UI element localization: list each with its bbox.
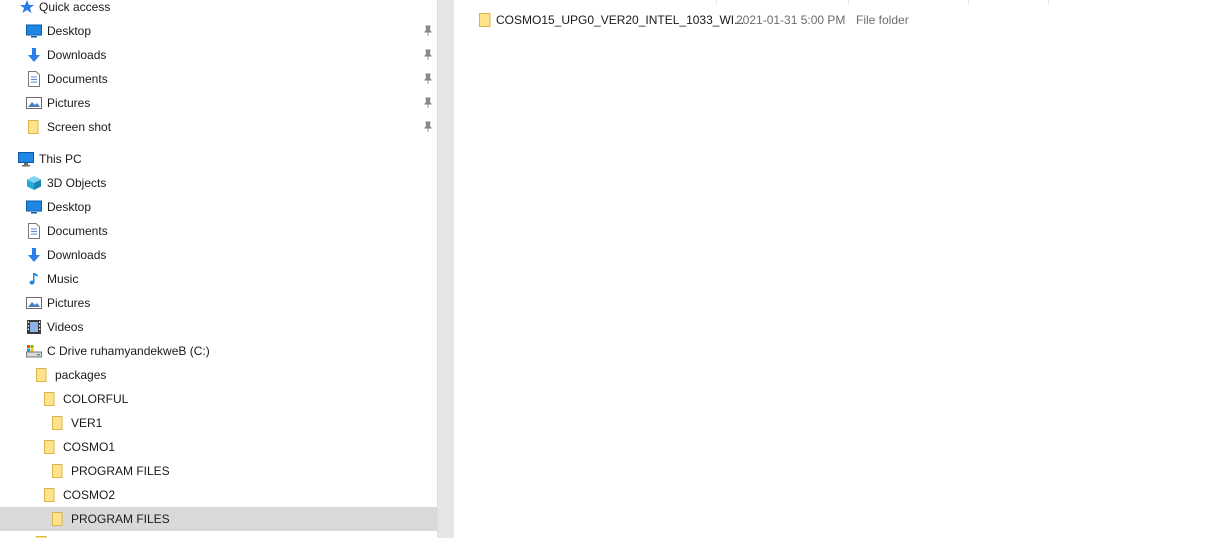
nav-item-documents[interactable]: Documents <box>0 219 437 243</box>
nav-item-documents-quick[interactable]: Documents <box>0 67 437 91</box>
nav-label: Downloads <box>47 48 107 62</box>
music-note-icon <box>29 273 38 285</box>
folder-icon <box>36 368 47 382</box>
nav-label: packages <box>55 368 107 382</box>
nav-item-videos[interactable]: Videos <box>0 315 437 339</box>
nav-label: Quick access <box>39 0 111 14</box>
pane-splitter[interactable] <box>437 0 454 538</box>
folder-icon <box>52 512 63 526</box>
tree-item-ver1[interactable]: VER1 <box>0 411 437 435</box>
nav-this-pc[interactable]: This PC <box>0 147 437 171</box>
nav-label: Documents <box>47 72 108 86</box>
column-divider[interactable] <box>848 0 849 4</box>
pin-icon[interactable] <box>421 120 435 134</box>
nav-item-pictures[interactable]: Pictures <box>0 291 437 315</box>
nav-label: 3D Objects <box>47 176 107 190</box>
tree-item-colorful[interactable]: COLORFUL <box>0 387 437 411</box>
nav-item-desktop[interactable]: Desktop <box>0 195 437 219</box>
nav-label: Videos <box>47 320 84 334</box>
nav-label: PROGRAM FILES <box>71 512 170 526</box>
file-list-pane: COSMO15_UPG0_VER20_INTEL_1033_WI... 2021… <box>454 0 1212 538</box>
file-type: File folder <box>856 13 909 27</box>
star-pin-icon <box>20 0 34 13</box>
nav-item-music[interactable]: Music <box>0 267 437 291</box>
nav-label: Desktop <box>47 24 92 38</box>
column-divider[interactable] <box>1048 0 1049 4</box>
nav-item-downloads-quick[interactable]: Downloads <box>0 43 437 67</box>
nav-item-downloads[interactable]: Downloads <box>0 243 437 267</box>
nav-label: Downloads <box>47 248 107 262</box>
picture-icon <box>26 97 42 109</box>
pin-icon[interactable] <box>421 24 435 38</box>
nav-item-desktop-quick[interactable]: Desktop <box>0 19 437 43</box>
tree-item-program-files-cosmo2[interactable]: PROGRAM FILES <box>0 507 437 531</box>
nav-label: This PC <box>39 152 82 166</box>
pin-icon[interactable] <box>421 96 435 110</box>
pin-icon[interactable] <box>421 72 435 86</box>
column-divider[interactable] <box>968 0 969 4</box>
drive-icon <box>26 345 42 358</box>
nav-label: PROGRAM FILES <box>71 464 170 478</box>
column-divider[interactable] <box>716 0 717 4</box>
nav-item-pictures-quick[interactable]: Pictures <box>0 91 437 115</box>
computer-icon <box>18 152 34 167</box>
folder-icon <box>479 13 491 27</box>
download-arrow-icon <box>28 248 40 262</box>
document-icon <box>28 71 40 87</box>
nav-label: VER1 <box>71 416 103 430</box>
nav-item-screen-shot[interactable]: Screen shot <box>0 115 437 139</box>
folder-icon <box>44 392 55 406</box>
folder-icon <box>28 120 39 134</box>
nav-quick-access[interactable]: Quick access <box>0 0 437 19</box>
tree-item-program-files-cosmo1[interactable]: PROGRAM FILES <box>0 459 437 483</box>
file-name: COSMO15_UPG0_VER20_INTEL_1033_WI... <box>496 13 745 27</box>
nav-item-c-drive[interactable]: C Drive ruhamyandekweB (C:) <box>0 339 437 363</box>
file-date-modified: 2021-01-31 5:00 PM <box>736 13 846 27</box>
nav-label: Documents <box>47 224 108 238</box>
folder-icon <box>44 440 55 454</box>
document-icon <box>28 223 40 239</box>
tree-item-cosmo1[interactable]: COSMO1 <box>0 435 437 459</box>
folder-icon <box>44 488 55 502</box>
tree-item-packages[interactable]: packages <box>0 363 437 387</box>
tree-item-partial[interactable] <box>0 531 437 538</box>
nav-label: Pictures <box>47 96 91 110</box>
nav-item-3d-objects[interactable]: 3D Objects <box>0 171 437 195</box>
folder-icon <box>52 464 63 478</box>
navigation-pane: Quick access Desktop Downloads Documents <box>0 0 437 538</box>
nav-label: COSMO2 <box>63 488 116 502</box>
film-icon <box>27 320 41 334</box>
file-row[interactable]: COSMO15_UPG0_VER20_INTEL_1033_WI... 2021… <box>474 8 1174 32</box>
cube-icon <box>27 176 41 190</box>
pin-icon[interactable] <box>421 48 435 62</box>
desktop-icon <box>26 24 42 38</box>
desktop-icon <box>26 200 42 214</box>
nav-label: Screen shot <box>47 120 112 134</box>
picture-icon <box>26 297 42 309</box>
tree-item-cosmo2[interactable]: COSMO2 <box>0 483 437 507</box>
nav-label: Pictures <box>47 296 91 310</box>
nav-label: Music <box>47 272 79 286</box>
folder-icon <box>52 416 63 430</box>
nav-label: COSMO1 <box>63 440 116 454</box>
nav-label: C Drive ruhamyandekweB (C:) <box>47 344 210 358</box>
download-arrow-icon <box>28 48 40 62</box>
nav-label: COLORFUL <box>63 392 129 406</box>
nav-label: Desktop <box>47 200 92 214</box>
